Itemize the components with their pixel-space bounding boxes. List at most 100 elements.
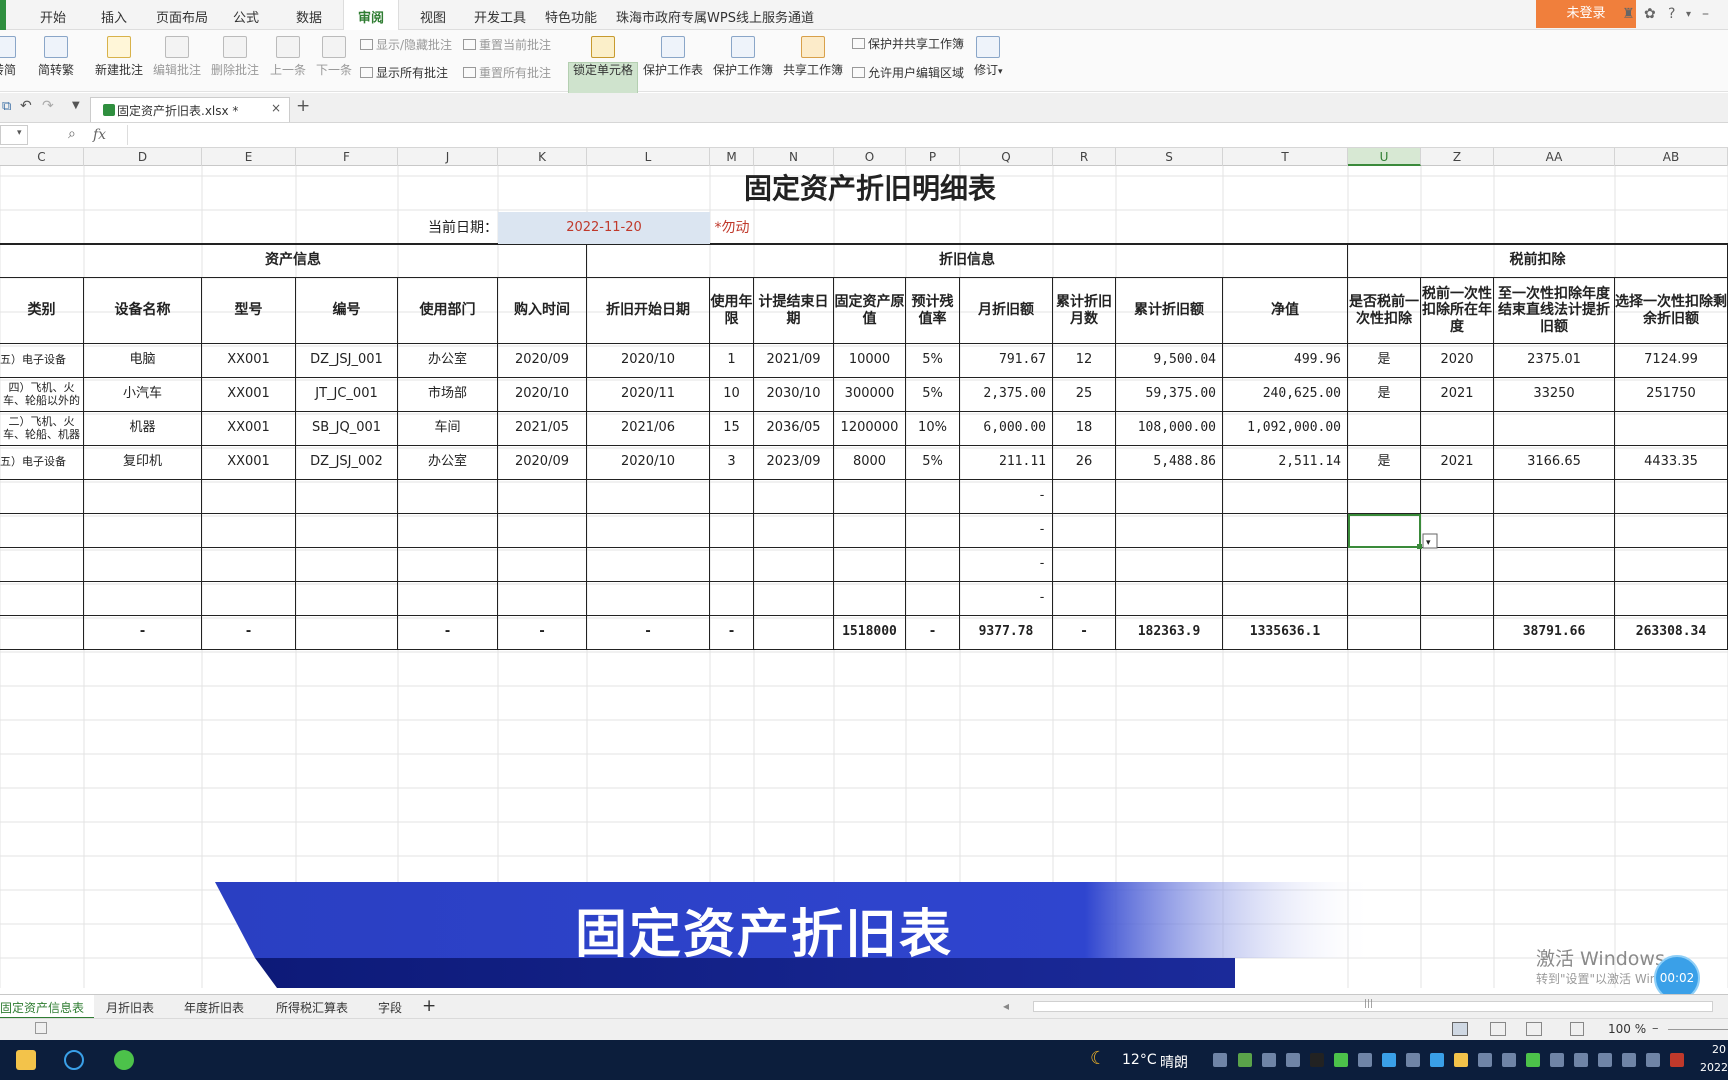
table-cell[interactable] (1053, 514, 1116, 548)
table-cell[interactable] (906, 480, 960, 514)
menu-special[interactable]: 特色功能 (545, 7, 597, 26)
total-cell[interactable]: 263308.34 (1615, 616, 1728, 650)
reset-current-comment-button[interactable]: 重置当前批注 (463, 36, 551, 53)
table-cell[interactable] (398, 582, 498, 616)
table-cell[interactable] (754, 582, 834, 616)
table-cell[interactable] (1053, 548, 1116, 582)
column-header-s[interactable]: S (1116, 148, 1223, 166)
protect-and-share-button[interactable]: 保护并共享工作簿 (852, 35, 964, 52)
table-cell[interactable] (398, 480, 498, 514)
column-header-t[interactable]: T (1223, 148, 1348, 166)
table-cell[interactable]: 是 (1348, 446, 1421, 480)
table-cell[interactable] (1494, 480, 1615, 514)
table-cell[interactable]: 办公室 (398, 344, 498, 378)
more-icon[interactable]: – (1702, 6, 1709, 22)
table-cell[interactable]: 2020/09 (498, 344, 587, 378)
browser-icon[interactable] (64, 1050, 84, 1070)
table-cell[interactable] (587, 582, 710, 616)
sheet-tab-asset-info[interactable]: 固定资产信息表 (0, 995, 95, 1019)
skin-icon[interactable]: ♜ (1622, 6, 1635, 22)
tiktok-icon[interactable] (1310, 1053, 1324, 1067)
table-cell[interactable]: 2021 (1421, 378, 1494, 412)
table-cell[interactable]: 电脑 (84, 344, 202, 378)
show-hide-comment-button[interactable]: 显示/隐藏批注 (360, 36, 452, 53)
table-cell[interactable]: 1200000 (834, 412, 906, 446)
clock-time[interactable]: 20 (1712, 1043, 1726, 1056)
column-header-r[interactable]: R (1053, 148, 1116, 166)
table-cell[interactable] (1421, 548, 1494, 582)
table-cell[interactable]: XX001 (202, 446, 296, 480)
table-cell[interactable]: 五）电子设备 (0, 344, 84, 378)
table-cell[interactable]: 是 (1348, 344, 1421, 378)
tray-app-icon[interactable] (1502, 1053, 1516, 1067)
column-header-ab[interactable]: AB (1615, 148, 1728, 166)
table-cell[interactable]: 二）飞机、火车、轮船、机器 (0, 412, 84, 446)
table-cell[interactable]: 240,625.00 (1223, 378, 1348, 412)
date-value-cell[interactable]: 2022-11-20 (498, 212, 710, 244)
table-cell[interactable] (1223, 582, 1348, 616)
table-cell[interactable] (710, 514, 754, 548)
table-cell[interactable]: DZ_JSJ_002 (296, 446, 398, 480)
table-cell[interactable] (1615, 514, 1728, 548)
table-cell[interactable] (398, 514, 498, 548)
table-cell[interactable] (1494, 548, 1615, 582)
table-cell[interactable]: 9,500.04 (1116, 344, 1223, 378)
table-cell[interactable] (0, 548, 84, 582)
sheet-tab-yearly[interactable]: 年度折旧表 (184, 999, 244, 1016)
tray-app-icon[interactable] (1646, 1053, 1660, 1067)
column-header-d[interactable]: D (84, 148, 202, 166)
table-cell[interactable] (1494, 582, 1615, 616)
table-cell[interactable] (754, 514, 834, 548)
table-cell[interactable] (754, 548, 834, 582)
total-cell[interactable]: - (398, 616, 498, 650)
table-cell[interactable] (498, 514, 587, 548)
table-cell[interactable] (710, 480, 754, 514)
table-cell[interactable] (1116, 548, 1223, 582)
total-cell[interactable]: - (710, 616, 754, 650)
column-header-o[interactable]: O (834, 148, 906, 166)
table-cell[interactable]: 办公室 (398, 446, 498, 480)
table-cell[interactable]: 复印机 (84, 446, 202, 480)
keyboard-icon[interactable] (1622, 1053, 1636, 1067)
table-cell[interactable]: 2020/10 (587, 344, 710, 378)
column-header-j[interactable]: J (398, 148, 498, 166)
table-cell[interactable]: 791.67 (960, 344, 1053, 378)
table-cell[interactable] (1348, 514, 1421, 548)
column-header-m[interactable]: M (710, 148, 754, 166)
table-cell[interactable] (906, 582, 960, 616)
column-header-c[interactable]: C (0, 148, 84, 166)
table-cell[interactable]: 33250 (1494, 378, 1615, 412)
table-cell[interactable] (1615, 548, 1728, 582)
table-cell[interactable] (1615, 412, 1728, 446)
redo-icon[interactable]: ↷ (42, 98, 54, 114)
formula-input[interactable] (127, 125, 1727, 145)
table-cell[interactable] (296, 480, 398, 514)
table-cell[interactable]: - (960, 514, 1053, 548)
table-cell[interactable] (1615, 582, 1728, 616)
table-cell[interactable]: 4433.35 (1615, 446, 1728, 480)
total-cell[interactable]: - (1053, 616, 1116, 650)
table-cell[interactable] (0, 514, 84, 548)
spreadsheet-grid[interactable]: 固定资产折旧明细表 当前日期： 2022-11-20 *勿动 资产信息 折旧信息税… (0, 166, 1728, 988)
table-cell[interactable]: 108,000.00 (1116, 412, 1223, 446)
table-cell[interactable] (906, 514, 960, 548)
folder-tray-icon[interactable] (1454, 1053, 1468, 1067)
normal-view-icon[interactable] (1452, 1022, 1468, 1036)
total-cell[interactable]: 38791.66 (1494, 616, 1615, 650)
undo-icon[interactable]: ↶ (20, 98, 32, 114)
table-cell[interactable]: 五）电子设备 (0, 446, 84, 480)
table-cell[interactable]: 7124.99 (1615, 344, 1728, 378)
table-cell[interactable]: 15 (710, 412, 754, 446)
table-cell[interactable] (1348, 582, 1421, 616)
table-cell[interactable] (1116, 480, 1223, 514)
table-cell[interactable]: DZ_JSJ_001 (296, 344, 398, 378)
reading-mode-icon[interactable] (1570, 1022, 1584, 1036)
table-cell[interactable] (1348, 480, 1421, 514)
table-cell[interactable]: XX001 (202, 378, 296, 412)
table-cell[interactable]: 机器 (84, 412, 202, 446)
menu-review[interactable]: 审阅 (343, 0, 400, 30)
table-cell[interactable] (1053, 480, 1116, 514)
table-cell[interactable]: 1 (710, 344, 754, 378)
show-all-comments-button[interactable]: 显示所有批注 (360, 64, 448, 81)
total-cell[interactable]: 1335636.1 (1223, 616, 1348, 650)
